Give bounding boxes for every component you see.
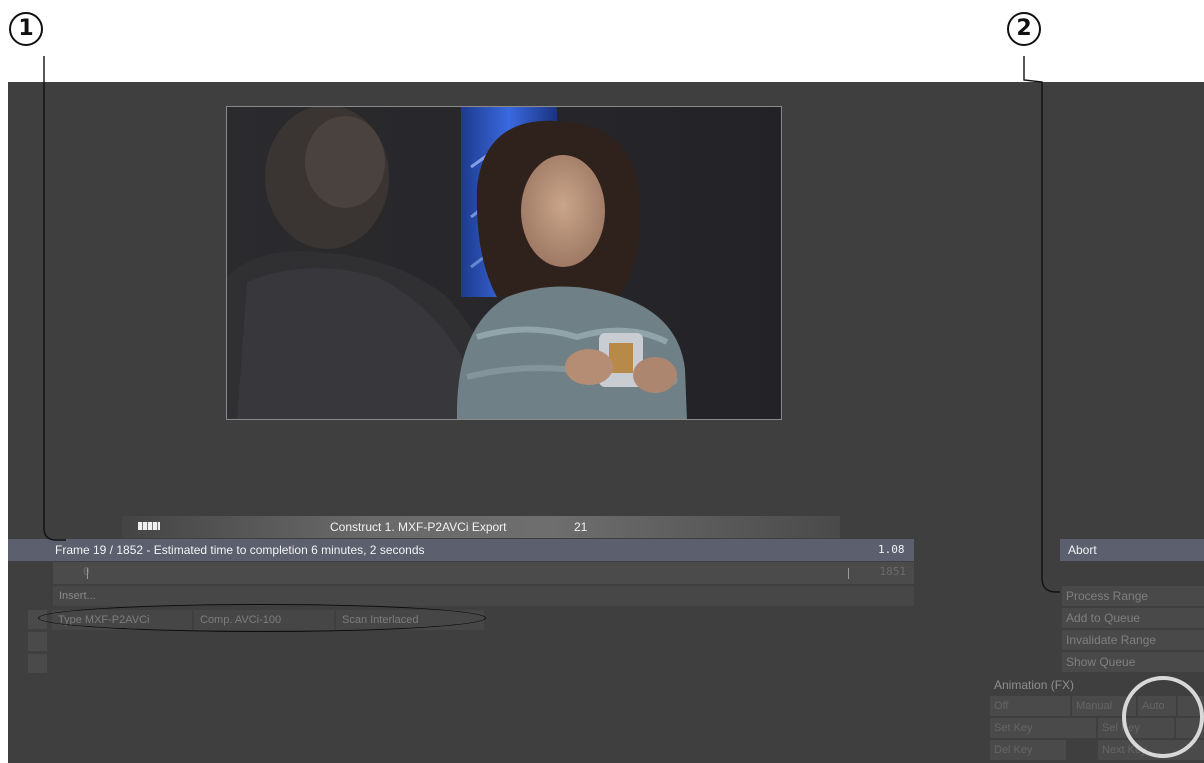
process-range-button[interactable]: Process Range bbox=[1062, 586, 1204, 606]
delete-key-button[interactable]: Del Key bbox=[990, 740, 1066, 760]
format-type-dropdown[interactable]: Type MXF-P2AVCi bbox=[52, 610, 192, 630]
side-button-1[interactable] bbox=[28, 610, 47, 629]
key-option-button[interactable] bbox=[1176, 718, 1204, 738]
processing-bar: Construct 1. MXF-P2AVCi Export 21 bbox=[122, 516, 840, 538]
processing-title: Construct 1. MXF-P2AVCi Export bbox=[330, 520, 507, 534]
set-key-button[interactable]: Set Key bbox=[990, 718, 1096, 738]
app-window: Construct 1. MXF-P2AVCi Export 21 Frame … bbox=[8, 82, 1204, 763]
add-to-queue-button[interactable]: Add to Queue bbox=[1062, 608, 1204, 628]
status-row: Frame 19 / 1852 - Estimated time to comp… bbox=[8, 539, 914, 561]
select-key-button[interactable]: Sel Key bbox=[1098, 718, 1174, 738]
insert-menu[interactable]: Insert... bbox=[53, 586, 914, 606]
status-text: Frame 19 / 1852 - Estimated time to comp… bbox=[55, 543, 425, 557]
compression-dropdown[interactable]: Comp. AVCi-100 bbox=[194, 610, 334, 630]
callout-2: 2 bbox=[1007, 12, 1041, 46]
video-frame-image bbox=[227, 107, 781, 419]
scan-mode-dropdown[interactable]: Scan Interlaced bbox=[336, 610, 484, 630]
side-button-2[interactable] bbox=[28, 632, 47, 651]
animation-auto-button[interactable]: Auto bbox=[1138, 696, 1176, 716]
timeline-out-marker[interactable] bbox=[848, 568, 849, 579]
video-viewer[interactable] bbox=[226, 106, 782, 420]
processing-count: 21 bbox=[574, 520, 588, 534]
invalidate-range-button[interactable]: Invalidate Range bbox=[1062, 630, 1204, 650]
progress-indicator bbox=[138, 522, 160, 530]
status-ratio: 1.08 bbox=[878, 543, 905, 556]
timeline-in-marker[interactable] bbox=[87, 568, 88, 579]
timeline-scrubber[interactable]: 0 1851 bbox=[53, 562, 914, 584]
animation-off-button[interactable]: Off bbox=[990, 696, 1070, 716]
abort-button[interactable]: Abort bbox=[1060, 539, 1204, 561]
side-button-3[interactable] bbox=[28, 654, 47, 673]
animation-manual-button[interactable]: Manual bbox=[1072, 696, 1136, 716]
next-key-button[interactable]: Next Key bbox=[1098, 740, 1204, 760]
callout-1: 1 bbox=[9, 12, 43, 46]
show-queue-button[interactable]: Show Queue bbox=[1062, 652, 1204, 672]
animation-extra-button[interactable] bbox=[1178, 696, 1204, 716]
timeline-end-frame: 1851 bbox=[879, 565, 907, 578]
animation-fx-label: Animation (FX) bbox=[994, 678, 1075, 692]
